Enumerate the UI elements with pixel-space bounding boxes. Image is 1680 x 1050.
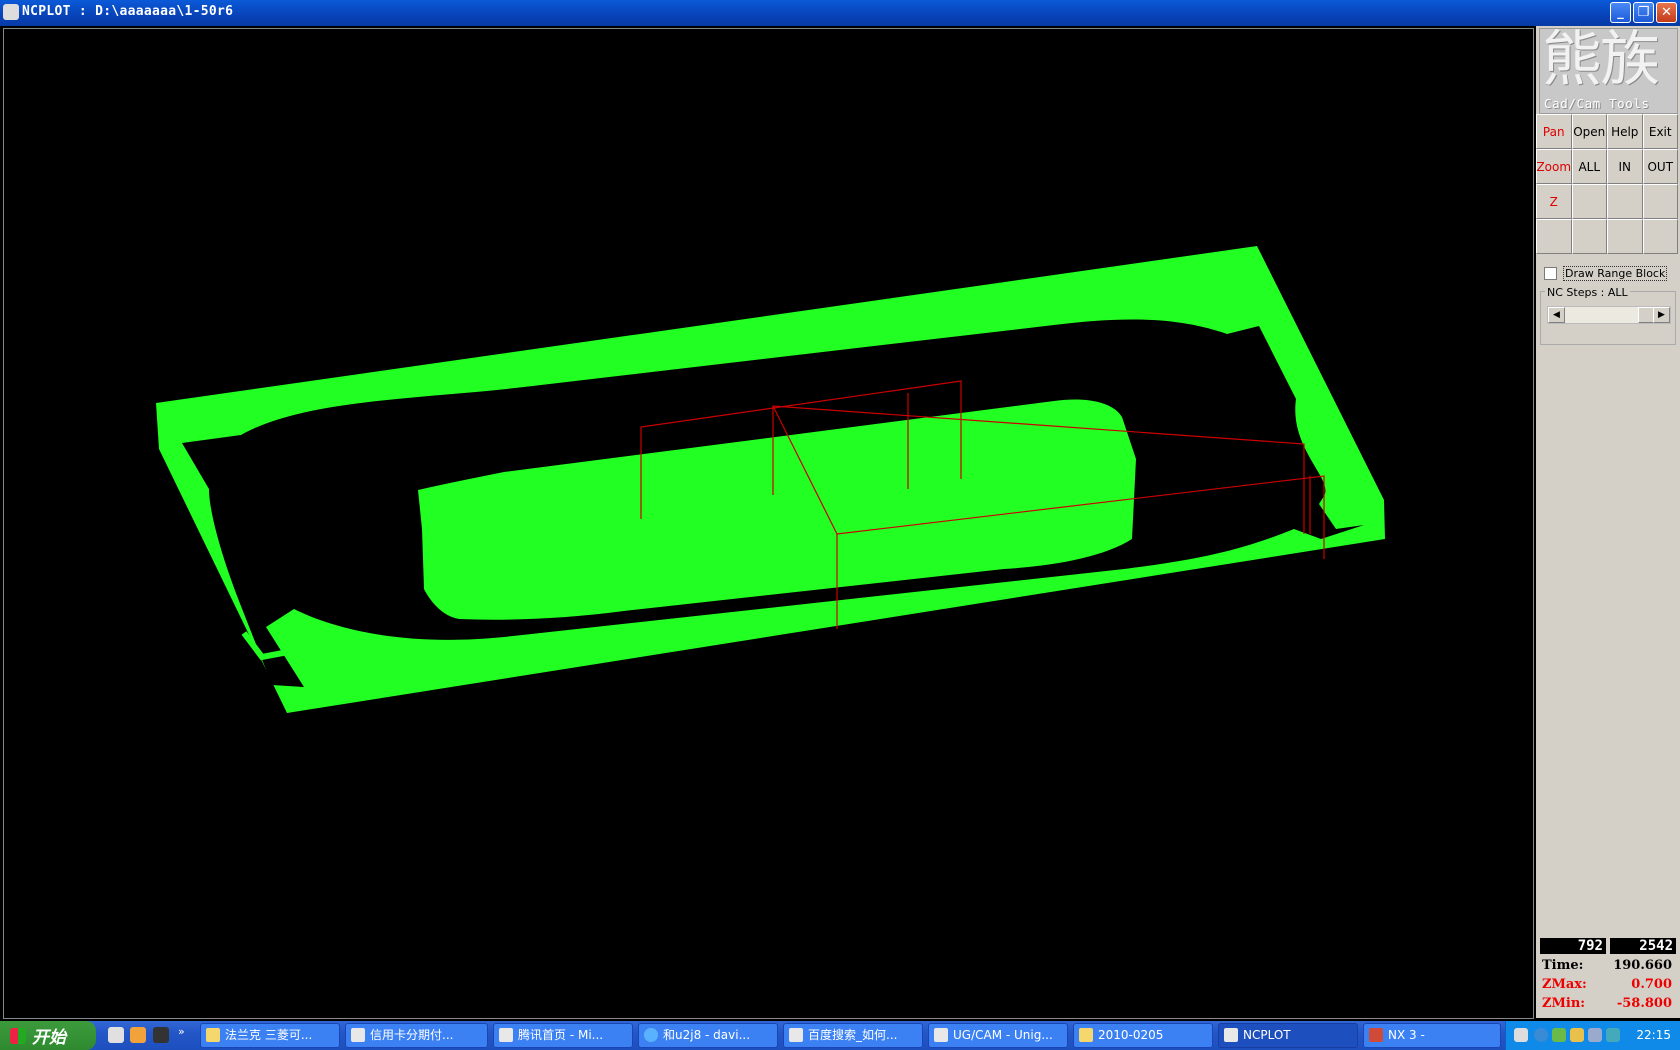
folder-icon (206, 1028, 220, 1042)
zmax-value: 0.700 (1631, 977, 1672, 992)
draw-range-block-checkbox[interactable] (1544, 267, 1557, 280)
ie-icon (499, 1028, 513, 1042)
time-label: Time: (1542, 958, 1584, 973)
task-button[interactable]: 腾讯首页 - Mi... (493, 1023, 633, 1048)
task-button[interactable]: 和u2j8 - davi... (638, 1023, 778, 1048)
task-button[interactable]: 百度搜索_如何... (783, 1023, 923, 1048)
clock[interactable]: 22:15 (1636, 1028, 1671, 1042)
start-label: 开始 (32, 1028, 66, 1048)
nc-steps-label: NC Steps : ALL (1545, 286, 1630, 299)
zoom-all-button[interactable]: ALL (1571, 149, 1607, 184)
plot-viewport[interactable] (3, 28, 1534, 1019)
empty-button-6[interactable] (1607, 219, 1643, 254)
logo: 熊族 Cad/Cam Tools (1539, 28, 1678, 114)
start-button[interactable]: 开始 (0, 1021, 96, 1050)
empty-button-3[interactable] (1642, 184, 1678, 219)
exit-button[interactable]: Exit (1642, 114, 1678, 149)
task-button[interactable]: 信用卡分期付... (345, 1023, 488, 1048)
qq-icon (644, 1028, 658, 1042)
network-icon[interactable] (1534, 1028, 1548, 1042)
empty-button-5[interactable] (1571, 219, 1607, 254)
folder-icon (1079, 1028, 1093, 1042)
toolpath-plot (156, 246, 1385, 713)
close-button[interactable]: ✕ (1656, 2, 1677, 23)
zoom-out-button[interactable]: OUT (1642, 149, 1678, 184)
zoom-in-button[interactable]: IN (1607, 149, 1643, 184)
nc-steps-group: NC Steps : ALL ◀ ▶ (1540, 286, 1676, 345)
zoom-button[interactable]: Zoom (1536, 149, 1572, 184)
button-grid: Pan Open Help Exit Zoom ALL IN OUT Z (1536, 114, 1680, 254)
nx-icon (1369, 1028, 1383, 1042)
title-bar[interactable]: NCPLOT : D:\aaaaaaa\1-50r6 _ ❐ ✕ (0, 0, 1680, 26)
pan-button[interactable]: Pan (1536, 114, 1572, 149)
tray-app-icon[interactable] (1588, 1028, 1602, 1042)
system-tray: 22:15 (1505, 1021, 1680, 1050)
help-button[interactable]: Help (1607, 114, 1643, 149)
draw-range-block-label: Draw Range Block (1563, 266, 1668, 281)
stats-readout: Time: 190.660 ZMax: 0.700 ZMin: -58.800 (1540, 958, 1676, 1015)
time-value: 190.660 (1613, 958, 1672, 973)
empty-button-2[interactable] (1607, 184, 1643, 219)
logo-subtitle: Cad/Cam Tools (1544, 96, 1650, 111)
control-panel: 熊族 Cad/Cam Tools Pan Open Help Exit Zoom… (1536, 26, 1680, 1018)
minimize-button[interactable]: _ (1610, 2, 1631, 23)
task-button[interactable]: NX 3 - (1363, 1023, 1501, 1048)
quicklaunch-app-icon[interactable] (153, 1027, 169, 1043)
empty-button-4[interactable] (1536, 219, 1572, 254)
quicklaunch-media-icon[interactable] (108, 1027, 124, 1043)
draw-range-block-option[interactable]: Draw Range Block (1544, 266, 1668, 281)
window-title: NCPLOT : D:\aaaaaaa\1-50r6 (22, 4, 234, 19)
ie-icon (351, 1028, 365, 1042)
app-icon[interactable] (3, 4, 19, 20)
scroll-left-icon[interactable]: ◀ (1548, 307, 1565, 323)
nc-steps-scrollbar[interactable]: ◀ ▶ (1547, 306, 1671, 324)
task-button-active[interactable]: NCPLOT (1218, 1023, 1358, 1048)
counters: 792 2542 (1540, 938, 1676, 956)
task-button[interactable]: 2010-0205 (1073, 1023, 1213, 1048)
counter-right: 2542 (1610, 938, 1676, 954)
scroll-right-icon[interactable]: ▶ (1653, 307, 1670, 323)
logo-chars: 熊族 (1542, 28, 1660, 95)
tray-app-icon[interactable] (1552, 1028, 1566, 1042)
axis-view-button[interactable]: Z (1536, 184, 1572, 219)
tray-app-icon[interactable] (1570, 1028, 1584, 1042)
task-button[interactable]: 法兰克 三菱可... (200, 1023, 340, 1048)
restore-button[interactable]: ❐ (1633, 2, 1654, 23)
ie-icon (789, 1028, 803, 1042)
volume-icon[interactable] (1606, 1028, 1620, 1042)
taskbar: 开始 » 法兰克 三菱可... 信用卡分期付... 腾讯首页 - Mi... 和… (0, 1021, 1680, 1050)
scroll-thumb[interactable] (1638, 307, 1654, 323)
open-button[interactable]: Open (1571, 114, 1607, 149)
zmin-label: ZMin: (1542, 996, 1586, 1011)
zmin-value: -58.800 (1616, 996, 1672, 1011)
keyboard-icon[interactable] (1514, 1028, 1528, 1042)
empty-button-1[interactable] (1571, 184, 1607, 219)
quicklaunch-more-icon[interactable]: » (178, 1025, 188, 1041)
zmax-label: ZMax: (1542, 977, 1587, 992)
empty-button-7[interactable] (1642, 219, 1678, 254)
ie-icon (934, 1028, 948, 1042)
axis-icon: Z (1549, 194, 1558, 209)
ncplot-icon (1224, 1028, 1238, 1042)
task-button[interactable]: UG/CAM - Unig... (928, 1023, 1068, 1048)
quicklaunch-browser-icon[interactable] (130, 1027, 146, 1043)
counter-left: 792 (1540, 938, 1606, 954)
windows-flag-icon (10, 1027, 26, 1044)
